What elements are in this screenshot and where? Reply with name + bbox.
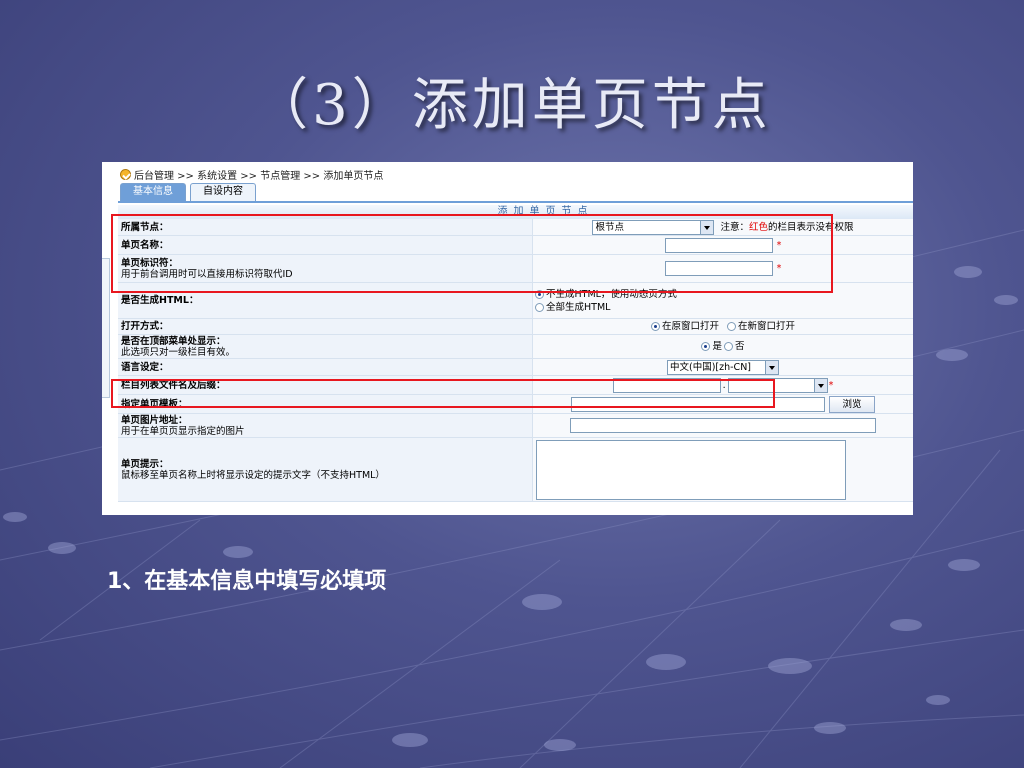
hint-top-menu: 此选项只对一级栏目有效。 [121,346,236,358]
radio-selected-icon[interactable] [701,342,711,351]
chevron-down-icon[interactable] [813,378,827,392]
row-language: 语言设定： 中文(中国)[zh-CN] [118,359,913,376]
hint-page-tip: 鼠标移至单页名称上时将显示设定的提示文字（不支持HTML） [121,469,385,481]
option-all-html[interactable]: 全部生成HTML [535,301,911,314]
row-open-mode: 打开方式： 在原窗口打开 在新窗口打开 [118,319,913,335]
required-marker: * [828,379,834,391]
radio-icon[interactable] [535,302,544,312]
option-yes[interactable]: 是 [701,340,722,353]
row-top-menu: 是否在顶部菜单处显示： 此选项只对一级栏目有效。 是 否 [118,335,913,359]
chevron-down-icon[interactable] [765,360,778,374]
tab-basic-info[interactable]: 基本信息 [120,183,186,201]
browse-button[interactable]: 浏览 [829,395,875,413]
left-rail-scrollbar[interactable] [102,258,110,398]
hint-image-url: 用于在单页页显示指定的图片 [121,425,245,437]
option-same-window[interactable]: 在原窗口打开 [650,320,719,333]
tab-custom-content[interactable]: 自设内容 [190,183,256,201]
label-top-menu: 是否在顶部菜单处显示： [121,335,226,347]
radio-icon[interactable] [727,322,736,331]
label-generate-html: 是否生成HTML： [121,295,199,306]
label-open-mode: 打开方式： [121,321,169,332]
label-page-tip: 单页提示： [121,458,169,470]
label-image-url: 单页图片地址： [121,414,188,426]
language-select[interactable]: 中文(中国)[zh-CN] [667,359,779,375]
image-url-input[interactable] [570,418,876,433]
option-no[interactable]: 否 [724,340,745,353]
slide-title: （3）添加单页节点 [252,73,772,138]
radio-selected-icon[interactable] [650,322,660,331]
cms-screenshot: 后台管理 >> 系统设置 >> 节点管理 >> 添加单页节点 基本信息 自设内容… [102,162,913,515]
breadcrumb: 后台管理 >> 系统设置 >> 节点管理 >> 添加单页节点 [120,166,383,182]
row-image-url: 单页图片地址： 用于在单页页显示指定的图片 [118,414,913,438]
radio-icon[interactable] [724,342,733,351]
highlight-box-required-fields [111,214,833,293]
tab-bar: 基本信息 自设内容 [120,183,256,201]
home-icon[interactable] [120,168,131,180]
breadcrumb-text[interactable]: 后台管理 >> 系统设置 >> 节点管理 >> 添加单页节点 [134,167,383,182]
highlight-box-list-filename [111,379,775,408]
row-page-tip: 单页提示： 鼠标移至单页名称上时将显示设定的提示文字（不支持HTML） [118,438,913,502]
page-tip-textarea[interactable] [536,439,846,500]
language-value: 中文(中国)[zh-CN] [670,361,752,373]
tab-underline [118,201,913,203]
option-new-window[interactable]: 在新窗口打开 [727,320,795,333]
label-language: 语言设定： [121,361,169,373]
slide-caption: 1、在基本信息中填写必填项 [107,569,387,594]
